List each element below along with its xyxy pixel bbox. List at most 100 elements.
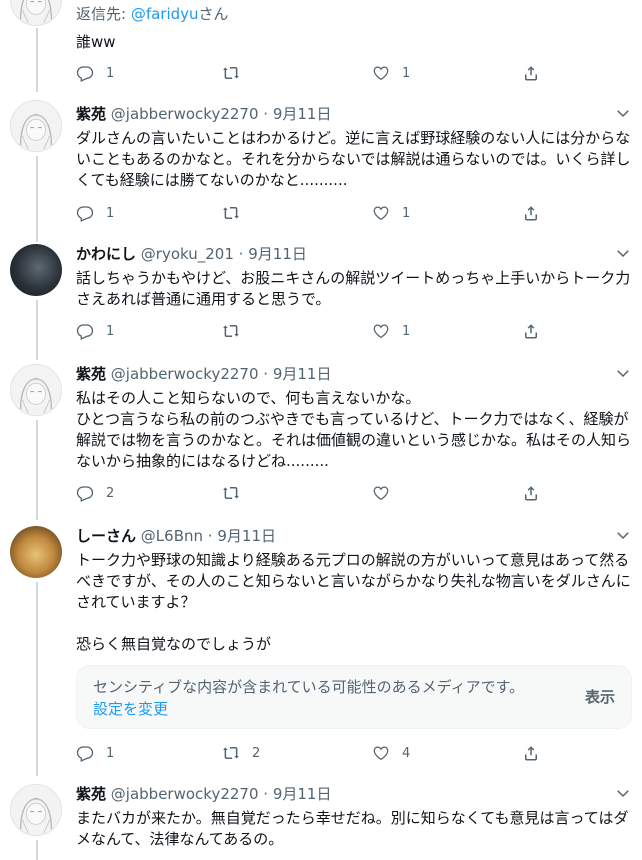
avatar[interactable] xyxy=(10,244,62,296)
like-button[interactable]: 1 xyxy=(372,62,410,84)
like-count: 1 xyxy=(402,323,411,339)
sensitive-media-notice[interactable]: センシティブな内容が含まれている可能性のあるメディアです。設定を変更 表示 xyxy=(76,665,632,729)
tweet[interactable]: 紫苑 @jabberwocky2270 · 9月11日 またバカが来たか。無自覚… xyxy=(0,776,642,860)
share-button[interactable] xyxy=(522,742,540,764)
retweet-icon xyxy=(222,64,240,82)
like-count: 4 xyxy=(402,745,411,761)
tweet[interactable]: 返信先: @faridyuさん 誰ww 1 1 xyxy=(0,0,642,92)
retweet-count: 2 xyxy=(252,745,261,761)
chevron-down-icon[interactable] xyxy=(614,244,632,262)
chevron-down-icon[interactable] xyxy=(614,104,632,122)
avatar[interactable] xyxy=(10,784,62,836)
like-button[interactable]: 1 xyxy=(372,202,410,224)
reply-count: 1 xyxy=(106,65,115,81)
tweet-header: 紫苑 @jabberwocky2270 · 9月11日 xyxy=(76,364,331,384)
tweet-actions: 1 2 4 xyxy=(76,742,576,764)
tweet-date[interactable]: 9月11日 xyxy=(217,527,276,545)
share-button[interactable] xyxy=(522,482,540,504)
thread-line xyxy=(36,420,38,520)
like-icon xyxy=(372,322,390,340)
reply-icon xyxy=(76,204,94,222)
reply-suffix: さん xyxy=(198,5,229,23)
reply-prefix: 返信先: xyxy=(76,5,131,23)
retweet-icon xyxy=(222,484,240,502)
chevron-down-icon[interactable] xyxy=(614,784,632,802)
tweet-date[interactable]: 9月11日 xyxy=(248,245,307,263)
reply-count: 1 xyxy=(106,205,115,221)
retweet-button[interactable]: 2 xyxy=(222,742,260,764)
display-name[interactable]: 紫苑 xyxy=(76,365,106,383)
share-icon xyxy=(522,744,540,762)
reply-to-line: 返信先: @faridyuさん xyxy=(76,4,229,24)
reply-icon xyxy=(76,744,94,762)
reply-button[interactable]: 1 xyxy=(76,202,114,224)
tweet-header: かわにし @ryoku_201 · 9月11日 xyxy=(76,244,307,264)
avatar[interactable] xyxy=(10,364,62,416)
tweet-actions: 1 1 xyxy=(76,62,576,84)
reply-mention-link[interactable]: @faridyu xyxy=(131,5,199,23)
display-name[interactable]: 紫苑 xyxy=(76,785,106,803)
reply-button[interactable]: 2 xyxy=(76,482,114,504)
user-handle[interactable]: @jabberwocky2270 xyxy=(111,365,259,383)
like-icon xyxy=(372,64,390,82)
separator-dot: · xyxy=(238,245,244,263)
display-name[interactable]: 紫苑 xyxy=(76,105,106,123)
separator-dot: · xyxy=(263,105,269,123)
retweet-button[interactable] xyxy=(222,320,252,342)
thread-line xyxy=(36,300,38,360)
sensitive-notice-text: センシティブな内容が含まれている可能性のあるメディアです。設定を変更 xyxy=(93,676,533,720)
change-settings-link[interactable]: 設定を変更 xyxy=(93,700,168,718)
retweet-button[interactable] xyxy=(222,202,252,224)
reply-button[interactable]: 1 xyxy=(76,742,114,764)
like-button[interactable]: 1 xyxy=(372,320,410,342)
share-button[interactable] xyxy=(522,320,540,342)
chevron-down-icon[interactable] xyxy=(614,526,632,544)
tweet-date[interactable]: 9月11日 xyxy=(273,105,332,123)
avatar[interactable] xyxy=(10,526,62,578)
chevron-down-icon[interactable] xyxy=(614,364,632,382)
like-button[interactable]: 4 xyxy=(372,742,410,764)
share-button[interactable] xyxy=(522,202,540,224)
tweet[interactable]: 紫苑 @jabberwocky2270 · 9月11日 ダルさんの言いたいことは… xyxy=(0,92,642,230)
tweet[interactable]: しーさん @L6Bnn · 9月11日 トーク力や野球の知識より経験ある元プロの… xyxy=(0,520,642,776)
tweet-text: 話しちゃうかもやけど、お股ニキさんの解説ツイートめっちゃ上手いからトーク力さえあ… xyxy=(76,269,631,308)
tweet-actions: 1 1 xyxy=(76,320,576,342)
tweet[interactable]: 紫苑 @jabberwocky2270 · 9月11日 私はその人こと知らないの… xyxy=(0,360,642,520)
separator-dot: · xyxy=(263,785,269,803)
tweet-text: ダルさんの言いたいことはわかるけど。逆に言えば野球経験のない人には分からないこと… xyxy=(76,129,631,189)
retweet-button[interactable] xyxy=(222,482,252,504)
retweet-icon xyxy=(222,322,240,340)
display-name[interactable]: しーさん xyxy=(76,527,136,545)
tweet-date[interactable]: 9月11日 xyxy=(273,785,332,803)
like-count: 1 xyxy=(402,65,411,81)
avatar[interactable] xyxy=(10,0,62,26)
tweet[interactable]: かわにし @ryoku_201 · 9月11日 話しちゃうかもやけど、お股ニキさ… xyxy=(0,230,642,360)
reply-count: 1 xyxy=(106,745,115,761)
separator-dot: · xyxy=(263,365,269,383)
user-handle[interactable]: @jabberwocky2270 xyxy=(111,105,259,123)
user-handle[interactable]: @jabberwocky2270 xyxy=(111,785,259,803)
thread-line xyxy=(36,230,38,242)
reply-icon xyxy=(76,484,94,502)
retweet-icon xyxy=(222,204,240,222)
like-button[interactable] xyxy=(372,482,402,504)
share-button[interactable] xyxy=(522,62,540,84)
avatar[interactable] xyxy=(10,100,62,152)
separator-dot: · xyxy=(207,527,213,545)
tweet-text: 誰ww xyxy=(76,33,116,51)
share-icon xyxy=(522,322,540,340)
retweet-button[interactable] xyxy=(222,62,252,84)
share-icon xyxy=(522,484,540,502)
tweet-date[interactable]: 9月11日 xyxy=(273,365,332,383)
show-media-button[interactable]: 表示 xyxy=(585,686,615,707)
user-handle[interactable]: @L6Bnn xyxy=(141,527,203,545)
retweet-icon xyxy=(222,744,240,762)
like-icon xyxy=(372,204,390,222)
user-handle[interactable]: @ryoku_201 xyxy=(141,245,234,263)
tweet-header: 紫苑 @jabberwocky2270 · 9月11日 xyxy=(76,104,331,124)
display-name[interactable]: かわにし xyxy=(76,245,136,263)
reply-button[interactable]: 1 xyxy=(76,320,114,342)
share-icon xyxy=(522,204,540,222)
tweet-actions: 2 xyxy=(76,482,576,504)
reply-button[interactable]: 1 xyxy=(76,62,114,84)
